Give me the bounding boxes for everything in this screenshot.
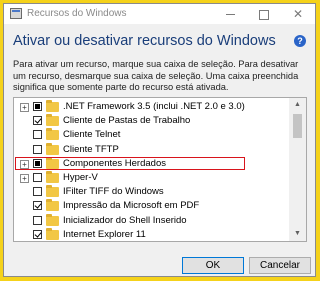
maximize-icon bbox=[259, 9, 269, 20]
window-title: Recursos do Windows bbox=[27, 8, 127, 19]
feature-checkbox[interactable] bbox=[33, 215, 42, 225]
feature-row[interactable]: Cliente de Pastas de Trabalho bbox=[14, 114, 289, 128]
feature-label: Impressão da Microsoft em PDF bbox=[63, 200, 200, 212]
feature-label: IFilter TIFF do Windows bbox=[63, 186, 164, 198]
feature-checkbox[interactable] bbox=[33, 102, 42, 111]
expand-icon[interactable]: + bbox=[20, 103, 29, 112]
folder-icon bbox=[46, 199, 59, 212]
feature-row[interactable]: Impressão da Microsoft em PDF bbox=[14, 199, 289, 213]
scroll-up-icon[interactable]: ▲ bbox=[289, 98, 306, 112]
feature-label: Cliente de Pastas de Trabalho bbox=[63, 115, 191, 127]
title-bar[interactable]: Recursos do Windows ✕ bbox=[4, 4, 315, 24]
minimize-icon bbox=[225, 14, 235, 16]
dialog-heading: Ativar ou desativar recursos do Windows bbox=[13, 33, 276, 49]
feature-row[interactable]: IFilter TIFF do Windows bbox=[14, 185, 289, 199]
feature-checkbox[interactable] bbox=[33, 229, 42, 239]
features-dialog: Recursos do Windows ✕ Ativar ou desativa… bbox=[3, 3, 316, 277]
window-app-icon bbox=[10, 8, 22, 19]
help-icon[interactable]: ? bbox=[294, 35, 306, 47]
feature-label: Hyper-V bbox=[63, 172, 98, 183]
close-button[interactable]: ✕ bbox=[281, 4, 315, 24]
feature-label: Cliente Telnet bbox=[63, 129, 121, 141]
feature-checkbox[interactable] bbox=[33, 144, 42, 154]
feature-row[interactable]: + .NET Framework 3.5 (inclui .NET 2.0 e 3… bbox=[14, 100, 289, 114]
dialog-description: Para ativar um recurso, marque sua caixa… bbox=[13, 59, 299, 92]
feature-checkbox[interactable] bbox=[33, 187, 42, 197]
folder-icon bbox=[46, 142, 59, 155]
highlight-box bbox=[15, 156, 245, 170]
feature-label: Inicializador do Shell Inserido bbox=[63, 214, 187, 226]
folder-icon bbox=[46, 171, 59, 183]
folder-icon bbox=[46, 114, 59, 127]
feature-row[interactable]: Cliente Telnet bbox=[14, 128, 289, 142]
folder-icon bbox=[46, 128, 59, 141]
folder-icon bbox=[46, 213, 59, 226]
feature-row[interactable]: Cliente TFTP bbox=[14, 142, 289, 157]
scroll-down-icon[interactable]: ▼ bbox=[289, 227, 306, 241]
folder-icon bbox=[46, 100, 59, 112]
scroll-thumb[interactable] bbox=[293, 114, 302, 138]
ok-button[interactable]: OK bbox=[182, 257, 244, 274]
maximize-button[interactable] bbox=[247, 4, 281, 24]
close-icon: ✕ bbox=[292, 7, 304, 21]
feature-checkbox[interactable] bbox=[33, 116, 42, 126]
feature-row[interactable]: + Hyper-V bbox=[14, 171, 289, 185]
expand-icon[interactable]: + bbox=[20, 174, 29, 183]
folder-icon bbox=[46, 227, 59, 240]
feature-checkbox[interactable] bbox=[33, 130, 42, 140]
vertical-scrollbar[interactable]: ▲ ▼ bbox=[289, 98, 306, 241]
features-list[interactable]: + .NET Framework 3.5 (inclui .NET 2.0 e 3… bbox=[13, 97, 307, 242]
feature-label: Cliente TFTP bbox=[63, 143, 119, 155]
feature-label: .NET Framework 3.5 (inclui .NET 2.0 e 3.… bbox=[63, 101, 245, 112]
folder-icon bbox=[46, 185, 59, 198]
feature-checkbox[interactable] bbox=[33, 173, 42, 182]
feature-row[interactable]: Internet Explorer 11 bbox=[14, 227, 289, 241]
feature-row[interactable]: Inicializador do Shell Inserido bbox=[14, 213, 289, 228]
feature-label: Internet Explorer 11 bbox=[63, 228, 146, 240]
minimize-button[interactable] bbox=[213, 4, 247, 24]
feature-checkbox[interactable] bbox=[33, 201, 42, 211]
cancel-button[interactable]: Cancelar bbox=[249, 257, 311, 274]
